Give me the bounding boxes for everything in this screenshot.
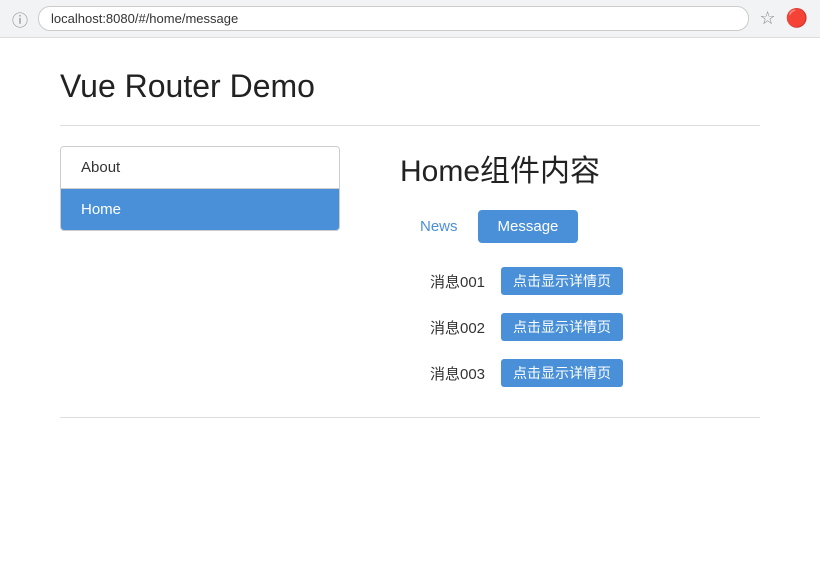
- sidebar-item-home[interactable]: Home: [61, 189, 339, 230]
- message-text-1: 消息001: [430, 271, 485, 292]
- sidebar-nav: About Home: [60, 146, 340, 231]
- list-item: 消息003 点击显示详情页: [430, 359, 760, 387]
- message-text-2: 消息002: [430, 317, 485, 338]
- page-title: Vue Router Demo: [60, 68, 760, 105]
- star-icon[interactable]: ☆: [759, 8, 775, 29]
- info-icon[interactable]: ⓘ: [12, 7, 28, 31]
- page-content: Vue Router Demo About Home Home组件内容 News…: [0, 38, 820, 448]
- home-component-title: Home组件内容: [400, 146, 760, 190]
- main-layout: About Home Home组件内容 News Message 消息00: [60, 146, 760, 387]
- tab-news[interactable]: News: [400, 210, 478, 243]
- detail-button-1[interactable]: 点击显示详情页: [501, 267, 623, 295]
- main-content-area: Home组件内容 News Message 消息001 点击显示详情页 消息00…: [400, 146, 760, 387]
- sub-tabs: News Message: [400, 210, 760, 243]
- bottom-divider: [60, 417, 760, 418]
- ext-icon[interactable]: 🔴: [786, 8, 808, 29]
- top-divider: [60, 125, 760, 126]
- message-list: 消息001 点击显示详情页 消息002 点击显示详情页 消息003 点击显示详情…: [400, 267, 760, 387]
- address-bar[interactable]: [38, 6, 749, 31]
- list-item: 消息001 点击显示详情页: [430, 267, 760, 295]
- list-item: 消息002 点击显示详情页: [430, 313, 760, 341]
- tab-message[interactable]: Message: [478, 210, 579, 243]
- message-text-3: 消息003: [430, 363, 485, 384]
- detail-button-3[interactable]: 点击显示详情页: [501, 359, 623, 387]
- sidebar-item-about[interactable]: About: [61, 147, 339, 189]
- detail-button-2[interactable]: 点击显示详情页: [501, 313, 623, 341]
- browser-chrome: ⓘ ☆ 🔴: [0, 0, 820, 38]
